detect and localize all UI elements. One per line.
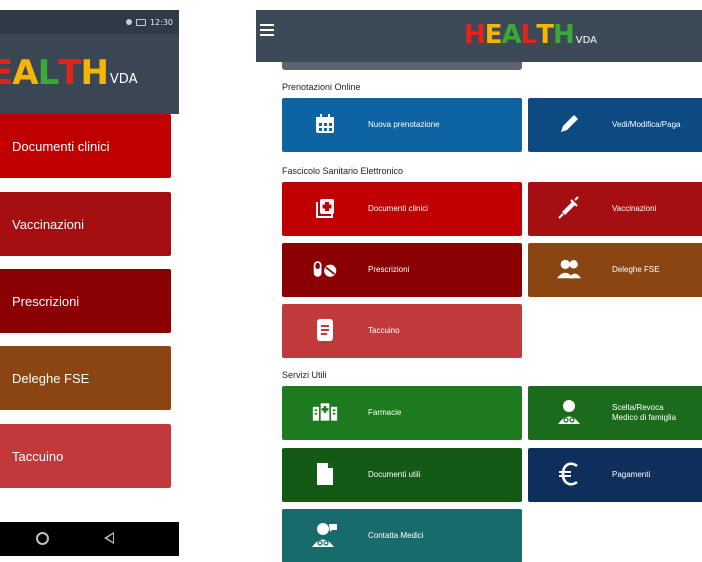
- tile-label: Documenti clinici: [368, 204, 429, 213]
- doctor-icon: [556, 399, 582, 425]
- tile-prescrizioni[interactable]: Prescrizioni: [282, 243, 522, 297]
- hamburger-menu-icon[interactable]: [260, 24, 274, 36]
- tile-label: Contatta Medici: [368, 531, 424, 540]
- phone-menu-prescrizioni[interactable]: Prescrizioni: [0, 269, 171, 333]
- phone-menu-documenti-clinici[interactable]: Documenti clinici: [0, 114, 171, 178]
- phone-menu-label: Documenti clinici: [12, 138, 110, 154]
- pills-icon: [312, 256, 338, 282]
- document-icon: [312, 461, 338, 487]
- phone-header: EALTH VDA: [0, 34, 179, 114]
- hospital-icon: [312, 399, 338, 425]
- tile-label: Vaccinazioni: [612, 204, 657, 213]
- tile-label: Pagamenti: [612, 470, 651, 479]
- calendar-icon: [312, 111, 338, 137]
- section-prenotazioni-online: Prenotazioni Online: [282, 82, 361, 92]
- phone-screen: 12:30 EALTH VDA Documenti clinici Vaccin…: [0, 10, 179, 556]
- vibrate-icon: [125, 19, 132, 25]
- tile-pagamenti[interactable]: Pagamenti: [528, 448, 702, 502]
- tile-documenti-clinici[interactable]: Documenti clinici: [282, 182, 522, 236]
- section-fascicolo-sanitario: Fascicolo Sanitario Elettronico: [282, 166, 404, 176]
- tile-label: Documenti utili: [368, 470, 421, 479]
- pencil-icon: [556, 111, 582, 137]
- health-vda-logo: EALTH VDA: [0, 53, 138, 93]
- tile-nuova-prenotazione[interactable]: Nuova prenotazione: [282, 98, 522, 152]
- tablet-screen: HEALTH VDA Prenotazioni Online Nuova pre…: [256, 10, 702, 562]
- phone-menu-label: Prescrizioni: [12, 293, 80, 309]
- tile-scelta-revoca-medico[interactable]: Scelta/Revoca Medico di famiglia: [528, 386, 702, 440]
- top-tile-remnant: [282, 62, 522, 70]
- android-nav-bar: [0, 522, 179, 556]
- phone-menu-label: Deleghe FSE: [12, 370, 90, 386]
- tile-label: Nuova prenotazione: [368, 120, 440, 129]
- tile-documenti-utili[interactable]: Documenti utili: [282, 448, 522, 502]
- tile-label: Scelta/Revoca Medico di famiglia: [612, 403, 676, 423]
- medical-folder-icon: [312, 195, 338, 221]
- home-button-icon[interactable]: [36, 532, 49, 545]
- phone-menu-label: Taccuino: [12, 448, 64, 464]
- screenshot-stage: 12:30 EALTH VDA Documenti clinici Vaccin…: [0, 0, 702, 562]
- tile-label: Taccuino: [368, 326, 400, 335]
- status-bar: 12:30: [0, 10, 179, 34]
- tile-deleghe-fse[interactable]: Deleghe FSE: [528, 243, 702, 297]
- tile-contatta-medici[interactable]: Contatta Medici: [282, 509, 522, 562]
- tile-label: Farmacie: [368, 408, 402, 417]
- back-button-icon[interactable]: [104, 532, 114, 544]
- tile-vaccinazioni[interactable]: Vaccinazioni: [528, 182, 702, 236]
- phone-menu-taccuino[interactable]: Taccuino: [0, 424, 171, 488]
- tile-taccuino[interactable]: Taccuino: [282, 304, 522, 358]
- battery-icon: [135, 18, 146, 26]
- phone-menu-label: Vaccinazioni: [12, 216, 85, 232]
- tile-label-line1: Scelta/Revoca: [612, 403, 664, 412]
- notebook-icon: [312, 317, 338, 343]
- tile-label: Deleghe FSE: [612, 265, 660, 274]
- phone-menu-vaccinazioni[interactable]: Vaccinazioni: [0, 192, 171, 256]
- status-time: 12:30: [149, 17, 173, 27]
- syringe-icon: [556, 195, 582, 221]
- health-vda-logo: HEALTH VDA: [464, 20, 597, 50]
- app-header: HEALTH VDA: [256, 10, 702, 62]
- section-servizi-utili: Servizi Utili: [282, 370, 327, 380]
- users-icon: [556, 256, 582, 282]
- euro-icon: [556, 461, 582, 487]
- tile-label-line2: Medico di famiglia: [612, 413, 677, 422]
- doctor-chat-icon: [312, 522, 338, 548]
- tile-label: Prescrizioni: [368, 265, 410, 274]
- phone-menu-deleghe-fse[interactable]: Deleghe FSE: [0, 346, 171, 410]
- tile-vedi-modifica-paga[interactable]: Vedi/Modifica/Paga: [528, 98, 702, 152]
- tile-label: Vedi/Modifica/Paga: [612, 120, 681, 129]
- tile-farmacie[interactable]: Farmacie: [282, 386, 522, 440]
